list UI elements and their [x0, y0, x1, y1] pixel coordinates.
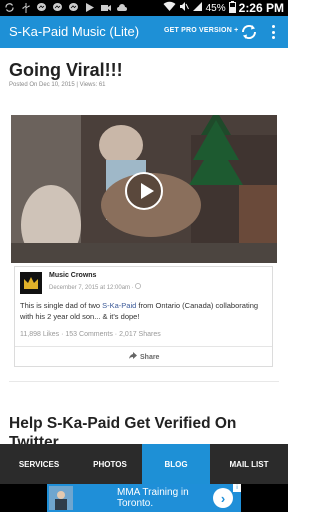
blog-content[interactable]: Going Viral!!! Posted On Dec 10, 2015 | … [0, 48, 288, 444]
play-icon [83, 1, 96, 14]
fb-share-row: Share [15, 346, 272, 367]
cloud-icon [115, 1, 128, 14]
battery-percent: 45% [205, 2, 226, 14]
post2-title[interactable]: Help S-Ka-Paid Get Verified On Twitter [9, 414, 279, 444]
mute-icon [179, 1, 189, 15]
video-player[interactable] [11, 115, 277, 263]
messenger-icon [67, 1, 80, 14]
tab-services[interactable]: SERVICES [0, 444, 78, 484]
music-crowns-logo[interactable] [20, 272, 42, 294]
messenger-icon [35, 1, 48, 14]
status-right: 45% 2:26 PM [163, 0, 284, 16]
tab-photos[interactable]: PHOTOS [78, 444, 142, 484]
ad-image[interactable] [49, 486, 73, 510]
app-screen: 45% 2:26 PM S-Ka-Paid Music (Lite) GET P… [0, 0, 288, 512]
share-icon [129, 352, 137, 361]
globe-icon [135, 283, 142, 291]
app-title: S-Ka-Paid Music (Lite) [9, 24, 140, 39]
post-views: Views: 61 [79, 82, 106, 88]
post-meta: Posted On Dec 10, 2015 | Views: 61 [9, 82, 106, 88]
fb-post-date-text: December 7, 2015 at 12:00am · [49, 285, 136, 291]
battery-icon [228, 0, 236, 16]
tab-mail-list[interactable]: MAIL LIST [210, 444, 288, 484]
post-title[interactable]: Going Viral!!! [9, 60, 123, 81]
ad-text-line1: MMA Training in [117, 487, 189, 498]
facebook-embed-card[interactable]: Music Crowns December 7, 2015 at 12:00am… [14, 266, 273, 367]
status-bar: 45% 2:26 PM [0, 0, 288, 16]
fb-share-button[interactable]: Share [129, 352, 159, 361]
fb-post-text: This is single dad of two S-Ka-Paid from… [20, 300, 270, 322]
video-icon [99, 1, 112, 14]
fb-engagement-stats: 11,898 Likes · 153 Comments · 2,017 Shar… [20, 331, 161, 338]
chevron-right-icon[interactable]: › [213, 488, 233, 508]
tab-blog[interactable]: BLOG [142, 444, 210, 484]
app-bar: S-Ka-Paid Music (Lite) GET PRO VERSION + [0, 16, 288, 48]
fb-text-before: This is single dad of two [20, 301, 103, 310]
clock: 2:26 PM [238, 1, 284, 15]
ad-text[interactable]: MMA Training in Toronto. [117, 487, 189, 509]
more-vert-icon[interactable] [270, 25, 276, 39]
ad-text-line2: Toronto. [117, 498, 154, 509]
post-divider [9, 381, 279, 382]
get-pro-button[interactable]: GET PRO VERSION + [164, 27, 238, 34]
messenger-icon [51, 1, 64, 14]
fb-share-label: Share [140, 354, 160, 361]
refresh-icon[interactable] [239, 22, 259, 42]
usb-icon [19, 1, 32, 14]
post-date: Posted On Dec 10, 2015 | [9, 82, 80, 88]
play-button[interactable] [125, 172, 163, 210]
ad-info-icon[interactable]: i [233, 484, 241, 492]
fb-post-date: December 7, 2015 at 12:00am · [49, 283, 142, 291]
wifi-icon [163, 1, 176, 15]
notification-icons [3, 1, 128, 14]
fb-page-name[interactable]: Music Crowns [49, 272, 96, 279]
bottom-tab-bar: SERVICES PHOTOS BLOG MAIL LIST [0, 444, 288, 484]
sync-icon [3, 1, 16, 14]
signal-icon [192, 1, 203, 15]
ad-banner[interactable]: MMA Training in Toronto. › i [47, 484, 241, 512]
fb-mention-link[interactable]: S-Ka-Paid [102, 301, 136, 310]
